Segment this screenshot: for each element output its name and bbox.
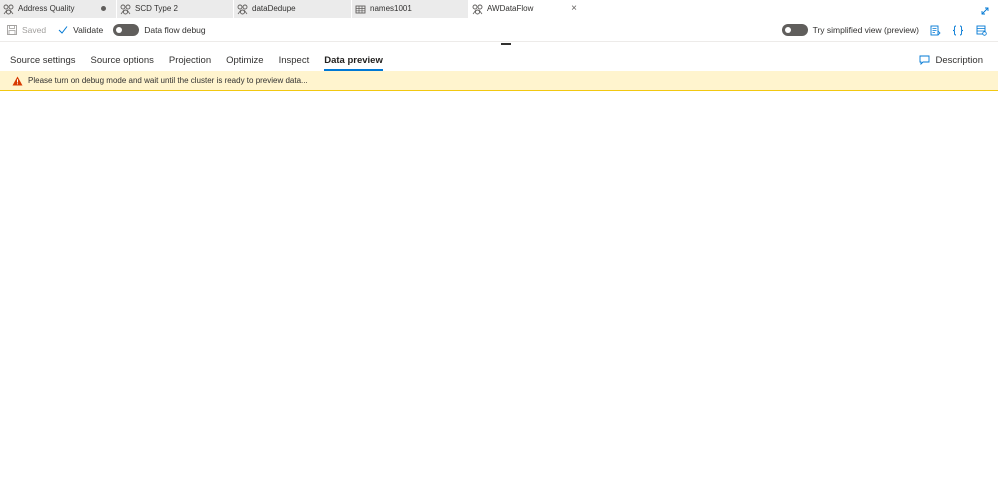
description-label: Description <box>935 54 983 66</box>
tab-projection[interactable]: Projection <box>169 49 211 71</box>
panel-splitter-handle[interactable] <box>501 43 511 45</box>
save-icon <box>7 24 17 35</box>
tab-label: dataDedupe <box>252 4 296 13</box>
data-preview-content <box>0 92 998 491</box>
checkmark-icon <box>58 25 68 35</box>
toggle-knob <box>116 26 123 33</box>
toolbar-right: Try simplified view (preview) <box>781 18 988 42</box>
description-button[interactable]: Description <box>919 49 983 71</box>
data-preview-icon[interactable] <box>974 23 988 37</box>
unsaved-dot-icon <box>101 6 106 11</box>
simplified-view-label: Try simplified view (preview) <box>812 25 919 35</box>
tab-datadedupe[interactable]: dataDedupe <box>234 0 352 18</box>
command-toolbar: Saved Validate Data flow debug Try simpl… <box>0 18 998 42</box>
comment-icon <box>919 55 930 65</box>
close-tab-icon[interactable]: × <box>571 2 577 16</box>
tab-data-preview[interactable]: Data preview <box>324 49 383 71</box>
settings-tab-bar: Source settings Source options Projectio… <box>0 49 998 71</box>
tab-awdataflow[interactable]: AWDataFlow × <box>469 0 586 18</box>
dataflow-icon <box>120 4 131 15</box>
warning-message: Please turn on debug mode and wait until… <box>28 76 308 85</box>
dataflow-icon <box>237 4 248 15</box>
tab-inspect[interactable]: Inspect <box>279 49 310 71</box>
tab-source-options[interactable]: Source options <box>90 49 153 71</box>
tab-label: Address Quality <box>18 4 75 13</box>
warning-banner: Please turn on debug mode and wait until… <box>0 71 998 91</box>
debug-label: Data flow debug <box>144 24 206 35</box>
dataset-icon <box>355 4 366 15</box>
debug-toggle-group: Data flow debug <box>113 18 206 42</box>
toggle-knob <box>784 27 791 33</box>
tabstrip-empty-area <box>586 0 998 18</box>
tab-label: SCD Type 2 <box>135 4 178 13</box>
simplified-view-toggle[interactable] <box>781 24 808 36</box>
tab-optimize[interactable]: Optimize <box>226 49 263 71</box>
validate-button[interactable]: Validate <box>58 18 103 42</box>
tab-label: names1001 <box>370 4 412 13</box>
validate-label: Validate <box>73 24 104 35</box>
saved-label: Saved <box>22 24 47 35</box>
tab-names1001[interactable]: names1001 <box>352 0 469 18</box>
code-braces-icon[interactable] <box>951 23 965 37</box>
saved-button[interactable]: Saved <box>7 18 46 42</box>
document-tab-strip: Address Quality SCD Type 2 dataDedupe na… <box>0 0 998 18</box>
warning-icon <box>12 76 23 86</box>
tab-source-settings[interactable]: Source settings <box>10 49 75 71</box>
properties-icon[interactable] <box>928 23 942 37</box>
tab-label: AWDataFlow <box>487 4 534 13</box>
tab-scd-type-2[interactable]: SCD Type 2 <box>117 0 234 18</box>
expand-icon[interactable] <box>980 3 990 15</box>
dataflow-icon <box>472 4 483 15</box>
data-flow-debug-toggle[interactable] <box>113 23 140 36</box>
dataflow-icon <box>3 4 14 15</box>
tab-address-quality[interactable]: Address Quality <box>0 0 117 18</box>
